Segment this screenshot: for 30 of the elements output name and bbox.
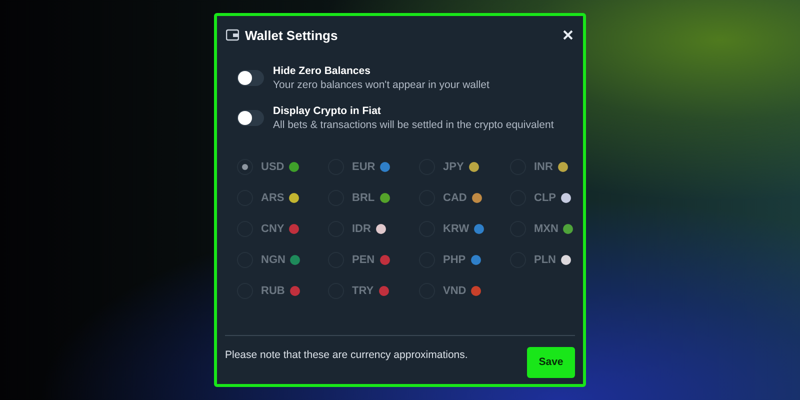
currency-code: CLP [534,192,556,204]
close-icon[interactable] [563,30,573,40]
currency-code: CNY [261,223,284,235]
currency-code: INR [534,161,553,173]
currency-code: USD [261,161,284,173]
dialog-title: Wallet Settings [245,28,339,42]
currency-code: TRY [352,285,374,297]
toggle-switch[interactable] [237,110,264,126]
toggle-label: Hide Zero Balances [273,65,372,77]
wallet-icon [226,29,239,41]
footer-note: Please note that these are currency approximations. [225,349,468,361]
currency-code: PEN [352,254,375,266]
currency-code: EUR [352,161,376,173]
currency-code: JPY [443,161,464,173]
currency-code: BRL [352,192,375,204]
toggle-description: All bets & transactions will be settled in the crypto equivalent [273,119,554,131]
currency-code: RUB [261,285,285,297]
currency-code: PHP [443,254,466,266]
toggle-description: Your zero balances won't appear in your wallet [273,79,490,91]
currency-code: IDR [352,223,371,235]
currency-code: NGN [261,254,286,266]
save-button[interactable]: Save [527,346,575,378]
currency-code: PLN [534,254,556,266]
currency-code: KRW [443,223,470,235]
currency-code: MXN [534,223,558,235]
currency-code: ARS [261,192,284,204]
toggle-switch[interactable] [237,70,264,86]
currency-code: CAD [443,192,467,204]
currency-code: VND [443,285,466,297]
toggle-label: Display Crypto in Fiat [273,105,382,117]
